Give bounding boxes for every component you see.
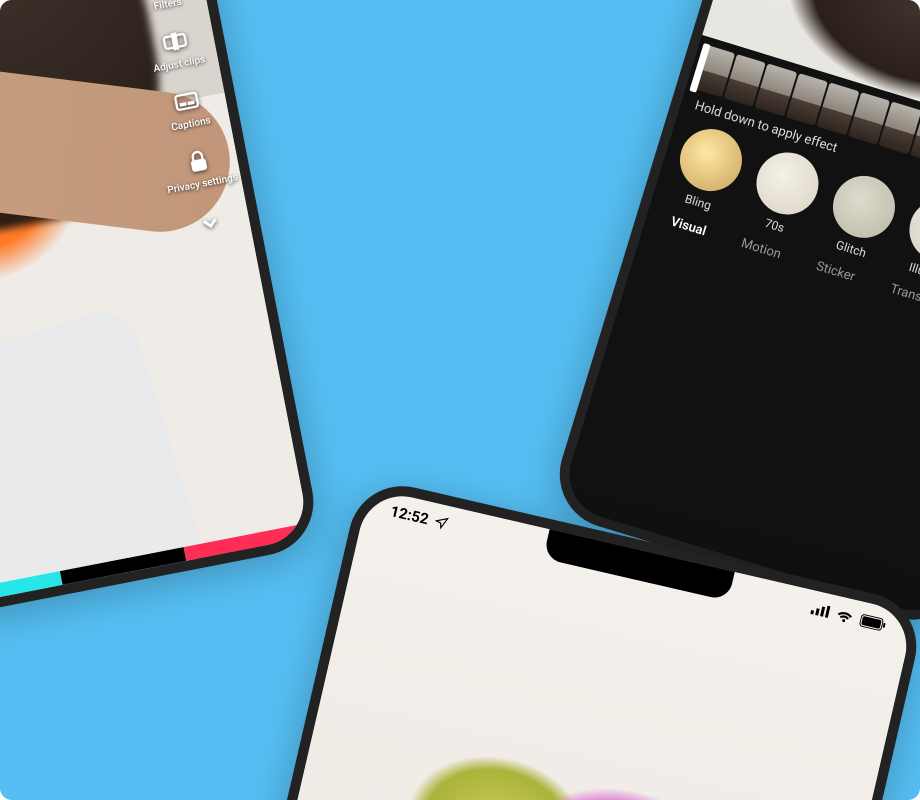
lock-icon bbox=[182, 145, 215, 178]
promo-collage: 🥺 POV: You've spent ages practicing a da… bbox=[0, 0, 920, 800]
battery-icon bbox=[859, 613, 887, 632]
effect-thumb bbox=[825, 168, 902, 245]
phone-editor-screen: 🥺 POV: You've spent ages practicing a da… bbox=[0, 0, 311, 609]
tab-sticker[interactable]: Sticker bbox=[814, 259, 856, 285]
tool-captions[interactable]: Captions bbox=[164, 84, 211, 134]
phone-effects-screen: time yourself.... bbox=[559, 0, 920, 621]
chevron-down-icon bbox=[196, 209, 224, 237]
effect-bling[interactable]: Bling bbox=[666, 121, 749, 218]
phone-editor-overlay: 🥺 POV: You've spent ages practicing a da… bbox=[0, 0, 323, 621]
effect-thumb bbox=[749, 145, 826, 222]
status-time: 12:52 bbox=[389, 502, 431, 528]
adjust-clips-icon bbox=[159, 25, 192, 58]
effect-thumb bbox=[672, 121, 749, 198]
tab-transition[interactable]: Transition bbox=[888, 282, 920, 313]
tool-filters[interactable]: Filters bbox=[147, 0, 183, 13]
location-icon bbox=[433, 514, 450, 531]
effect-70s[interactable]: 70s bbox=[743, 145, 826, 242]
tool-rail-expand[interactable] bbox=[196, 209, 225, 241]
tab-motion[interactable]: Motion bbox=[739, 236, 782, 262]
tool-privacy-settings[interactable]: Privacy settings bbox=[160, 141, 238, 197]
cellular-icon bbox=[810, 602, 830, 618]
tab-visual[interactable]: Visual bbox=[669, 214, 708, 239]
wifi-icon bbox=[835, 607, 855, 624]
effect-illusion[interactable]: Illusion bbox=[896, 192, 920, 289]
tool-adjust-clips[interactable]: Adjust clips bbox=[147, 23, 207, 75]
effect-thumb bbox=[902, 192, 920, 269]
captions-icon bbox=[170, 85, 203, 118]
effect-glitch[interactable]: Glitch bbox=[819, 168, 902, 265]
